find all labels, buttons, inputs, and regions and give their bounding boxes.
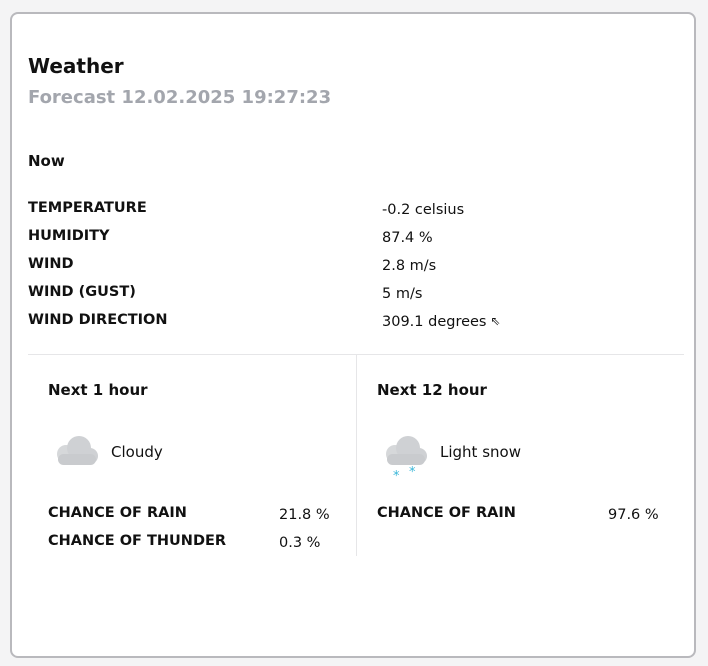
forecast-timestamp: Forecast 12.02.2025 19:27:23: [28, 87, 332, 108]
column-divider: [356, 355, 357, 556]
arrow-up-left-icon: ⇖: [490, 314, 501, 328]
humidity-label: HUMIDITY: [28, 228, 110, 244]
cloudy-icon: [50, 430, 102, 474]
next-1-hour-thunder-value: 0.3 %: [279, 535, 321, 551]
next-1-hour-heading: Next 1 hour: [48, 381, 148, 399]
wind-direction-value: 309.1 degrees: [382, 314, 487, 330]
temperature-value: -0.2 celsius: [382, 202, 465, 218]
wind-direction-value-row: 309.1 degrees ⇖: [382, 314, 501, 330]
next-1-hour-condition: Cloudy: [111, 443, 163, 461]
next-12-hour-heading: Next 12 hour: [377, 381, 487, 399]
card-title: Weather: [28, 54, 124, 78]
next-1-hour-rain-value: 21.8 %: [279, 507, 330, 523]
wind-gust-label: WIND (GUST): [28, 284, 136, 300]
next-12-hour-rain-value: 97.6 %: [608, 507, 659, 523]
svg-text:*: *: [393, 469, 400, 482]
temperature-label: TEMPERATURE: [28, 200, 147, 216]
wind-direction-label: WIND DIRECTION: [28, 312, 168, 328]
next-1-hour-rain-label: CHANCE OF RAIN: [48, 505, 187, 521]
humidity-value: 87.4 %: [382, 230, 433, 246]
now-heading: Now: [28, 152, 65, 170]
wind-gust-value: 5 m/s: [382, 286, 423, 302]
svg-text:*: *: [409, 465, 416, 480]
next-12-hour-rain-label: CHANCE OF RAIN: [377, 505, 516, 521]
light-snow-icon: * *: [379, 430, 431, 484]
weather-card: Weather Forecast 12.02.2025 19:27:23 Now…: [10, 12, 696, 658]
wind-value: 2.8 m/s: [382, 258, 437, 274]
next-12-hour-condition: Light snow: [440, 443, 521, 461]
next-1-hour-thunder-label: CHANCE OF THUNDER: [48, 533, 227, 549]
wind-label: WIND: [28, 256, 74, 272]
